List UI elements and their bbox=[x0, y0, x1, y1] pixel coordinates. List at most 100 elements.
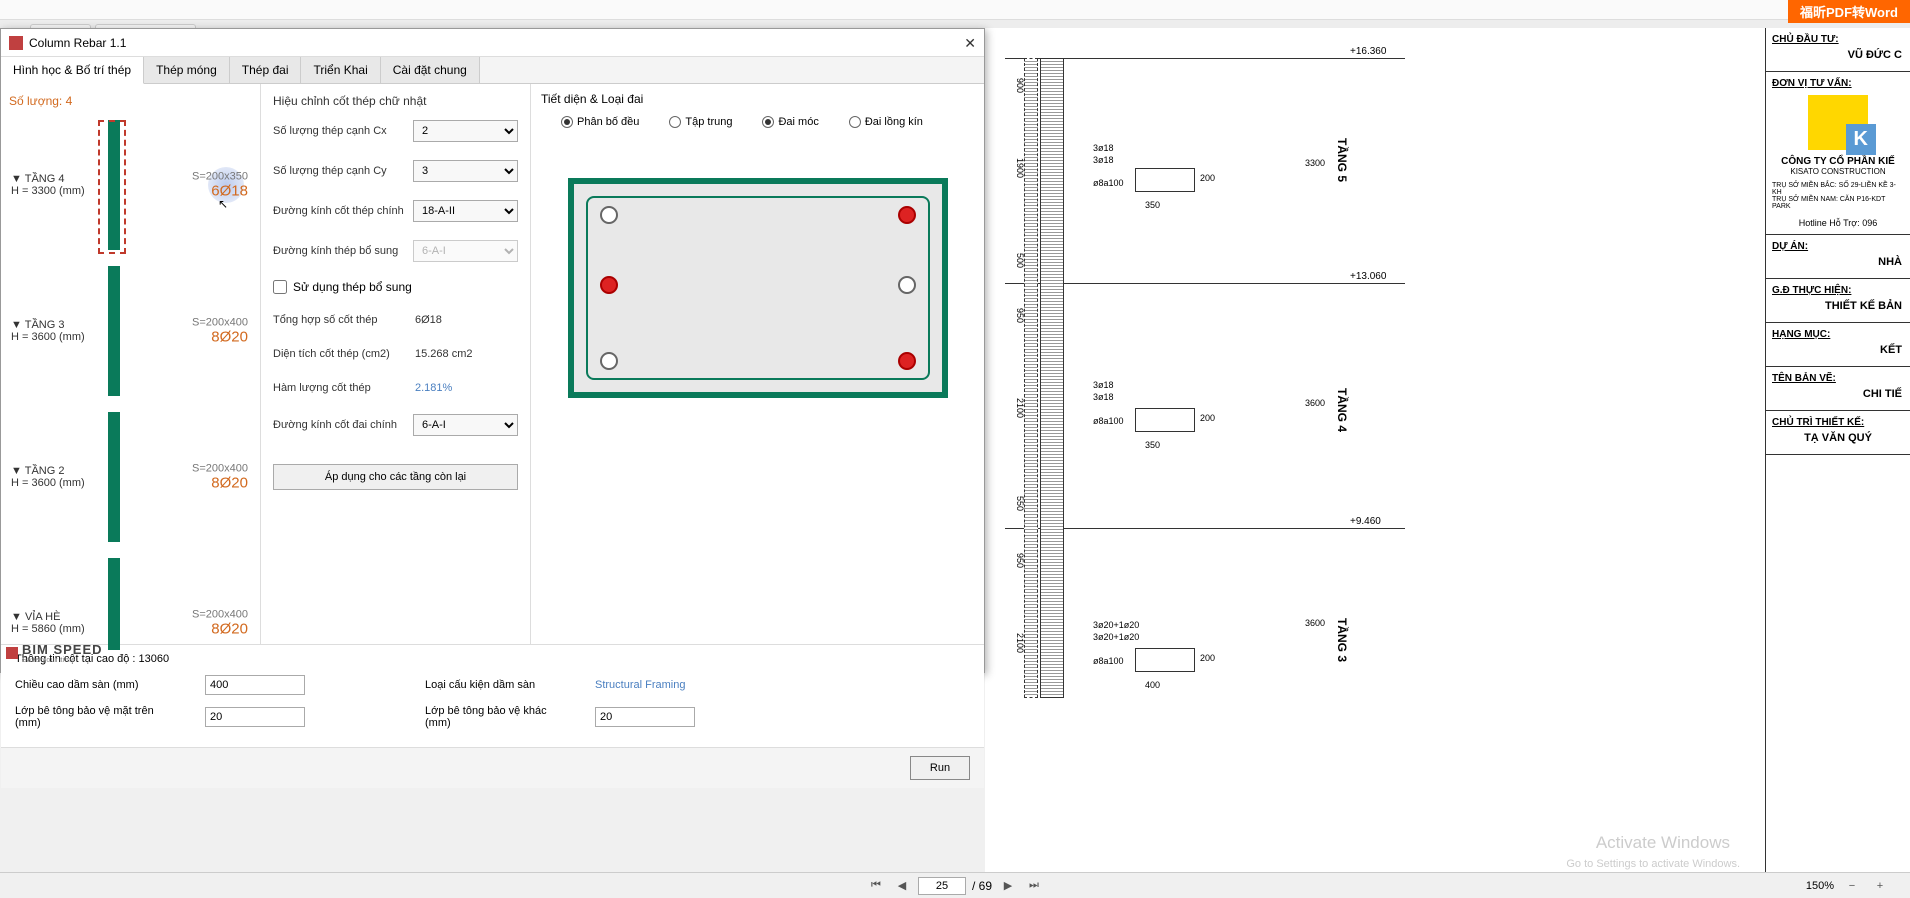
floor-item[interactable]: ▼ VỈA HÈH = 5860 (mm) S=200x4008Ø20 bbox=[5, 550, 256, 650]
apply-button[interactable]: Áp dụng cho các tầng còn lại bbox=[273, 464, 518, 490]
rebar-val: 8Ø20 bbox=[192, 329, 248, 346]
project-val: NHÀ bbox=[1772, 252, 1904, 272]
floor-name: ▼ VỈA HÈ bbox=[11, 611, 85, 623]
first-page-icon[interactable]: ⏮ bbox=[866, 877, 886, 895]
close-icon[interactable]: ✕ bbox=[964, 35, 976, 52]
app-icon bbox=[9, 36, 23, 50]
title-block: CHỦ ĐẦU TƯ: VŨ ĐỨC C ĐƠN VỊ TƯ VẤN: CÔNG… bbox=[1765, 28, 1910, 878]
rebar-note: 3ø20+1ø20 bbox=[1093, 620, 1139, 630]
dk-main-label: Đường kính cốt thép chính bbox=[273, 205, 413, 217]
rebar-val: 8Ø20 bbox=[192, 621, 248, 638]
pdf-badge: 福昕PDF转Word bbox=[1788, 0, 1910, 23]
hm-title: HẠNG MỤC: bbox=[1772, 329, 1904, 340]
rebar-dot bbox=[898, 352, 916, 370]
elev-label: +16.360 bbox=[1350, 46, 1386, 57]
page-input[interactable] bbox=[918, 877, 966, 895]
company-sub: KISATO CONSTRUCTION bbox=[1772, 167, 1904, 176]
owner-val: VŨ ĐỨC C bbox=[1772, 45, 1904, 65]
addr: TRỤ SỞ MIỀN NAM: CĂN P16-KDT PARK bbox=[1772, 196, 1904, 210]
addr: TRỤ SỞ MIỀN BẮC: SỐ 29-LIỀN KỀ 3-KH bbox=[1772, 182, 1904, 196]
use-add-label: Sử dụng thép bổ sung bbox=[293, 280, 412, 294]
rebar-note: 3ø20+1ø20 bbox=[1093, 632, 1139, 642]
cover-other-input[interactable] bbox=[595, 707, 695, 727]
run-button[interactable]: Run bbox=[910, 756, 970, 780]
floor-item[interactable]: ▼ TẦNG 4H = 3300 (mm) S=200x3506Ø18 ↖ bbox=[5, 112, 256, 258]
cx-select[interactable]: 2 bbox=[413, 120, 518, 142]
floor-h: H = 5860 (mm) bbox=[11, 623, 85, 635]
cy-label: Số lượng thép cạnh Cy bbox=[273, 165, 413, 177]
tie-select[interactable]: 6-A-I bbox=[413, 414, 518, 436]
rebar-dot bbox=[898, 206, 916, 224]
elev-label: +13.060 bbox=[1350, 271, 1386, 282]
floor-name: ▼ TẦNG 4 bbox=[11, 173, 85, 185]
cover-other-label: Lớp bê tông bảo vệ khác (mm) bbox=[425, 705, 565, 729]
dim: 200 bbox=[1200, 173, 1215, 183]
count-label: Số lượng: 4 bbox=[5, 92, 256, 110]
owner-title: CHỦ ĐẦU TƯ: bbox=[1772, 34, 1904, 45]
tab-foundation[interactable]: Thép móng bbox=[144, 57, 230, 83]
dim: 900 bbox=[1015, 78, 1025, 93]
cover-top-label: Lớp bê tông bảo vệ mặt trên (mm) bbox=[15, 705, 175, 729]
cx-label: Số lượng thép cạnh Cx bbox=[273, 125, 413, 137]
tab-geometry[interactable]: Hình học & Bố trí thép bbox=[1, 57, 144, 84]
radio-hook[interactable]: Đai móc bbox=[762, 116, 818, 128]
rebar-val: 8Ø20 bbox=[192, 475, 248, 492]
rebar-note: 3ø18 bbox=[1093, 380, 1114, 390]
use-add-checkbox[interactable] bbox=[273, 280, 287, 294]
tab-detail[interactable]: Triển Khai bbox=[301, 57, 380, 83]
radio-even[interactable]: Phân bố đều bbox=[561, 116, 639, 128]
dim: 1900 bbox=[1015, 158, 1025, 178]
project-title: DỰ ÁN: bbox=[1772, 241, 1904, 252]
rebar-size: S=200x400 bbox=[192, 317, 248, 329]
radio-label: Đai móc bbox=[778, 116, 818, 128]
lead-val: TẠ VĂN QUÝ bbox=[1772, 428, 1904, 448]
dim: 400 bbox=[1145, 680, 1160, 690]
zoom-out-icon[interactable]: − bbox=[1842, 877, 1862, 895]
floor-item[interactable]: ▼ TẦNG 3H = 3600 (mm) S=200x4008Ø20 bbox=[5, 258, 256, 404]
floor-label: TẦNG 5 bbox=[1335, 138, 1349, 182]
bim-sub: Save your time bbox=[22, 657, 103, 664]
dk-add-select[interactable]: 6-A-I bbox=[413, 240, 518, 262]
beam-h-input[interactable] bbox=[205, 675, 305, 695]
dk-main-select[interactable]: 18-A-II bbox=[413, 200, 518, 222]
rebar-size: S=200x350 bbox=[192, 171, 248, 183]
next-page-icon[interactable]: ▶ bbox=[998, 877, 1018, 895]
stirrup-note: ø8a100 bbox=[1093, 416, 1124, 426]
tab-stirrup[interactable]: Thép đai bbox=[230, 57, 302, 83]
rebar-note: 3ø18 bbox=[1093, 392, 1114, 402]
prev-page-icon[interactable]: ◀ bbox=[892, 877, 912, 895]
company-logo bbox=[1808, 95, 1868, 150]
zoom-in-icon[interactable]: + bbox=[1870, 877, 1890, 895]
dim: 500 bbox=[1015, 253, 1025, 268]
stirrup-note: ø8a100 bbox=[1093, 178, 1124, 188]
cy-select[interactable]: 3 bbox=[413, 160, 518, 182]
gd-val: THIẾT KẾ BẢN bbox=[1772, 296, 1904, 316]
rebar-size: S=200x400 bbox=[192, 463, 248, 475]
cover-top-input[interactable] bbox=[205, 707, 305, 727]
area-val: 15.268 cm2 bbox=[413, 346, 518, 362]
radio-closed[interactable]: Đai lồng kín bbox=[849, 116, 923, 128]
ratio-val: 2.181% bbox=[413, 380, 518, 396]
floor-item[interactable]: ▼ TẦNG 2H = 3600 (mm) S=200x4008Ø20 bbox=[5, 404, 256, 550]
consult-title: ĐƠN VỊ TƯ VẤN: bbox=[1772, 78, 1904, 89]
dim: 200 bbox=[1200, 653, 1215, 663]
section-title: Hiệu chỉnh cốt thép chữ nhật bbox=[273, 94, 518, 108]
last-page-icon[interactable]: ⏭ bbox=[1024, 877, 1044, 895]
rebar-dot bbox=[600, 352, 618, 370]
elev-label: +9.460 bbox=[1350, 516, 1381, 527]
floor-h: H = 3300 (mm) bbox=[11, 185, 85, 197]
dwg-title: TÊN BẢN VẼ: bbox=[1772, 373, 1904, 384]
gd-title: G.Đ THỰC HIỆN: bbox=[1772, 285, 1904, 296]
bim-name: BIM SPEED bbox=[22, 642, 103, 657]
area-label: Diện tích cốt thép (cm2) bbox=[273, 348, 413, 360]
radio-label: Đai lồng kín bbox=[865, 116, 923, 128]
type-link[interactable]: Structural Framing bbox=[595, 679, 685, 691]
radio-concentrated[interactable]: Tập trung bbox=[669, 116, 732, 128]
tab-settings[interactable]: Cài đặt chung bbox=[381, 57, 480, 83]
radio-label: Phân bố đều bbox=[577, 116, 639, 128]
floor-name: ▼ TẦNG 2 bbox=[11, 465, 85, 477]
dim: 350 bbox=[1145, 440, 1160, 450]
rebar-dot bbox=[898, 276, 916, 294]
pager-bar: ⏮ ◀ / 69 ▶ ⏭ 150% − + bbox=[0, 872, 1910, 898]
column-rebar-dialog: Column Rebar 1.1 ✕ Hình học & Bố trí thé… bbox=[0, 28, 985, 673]
